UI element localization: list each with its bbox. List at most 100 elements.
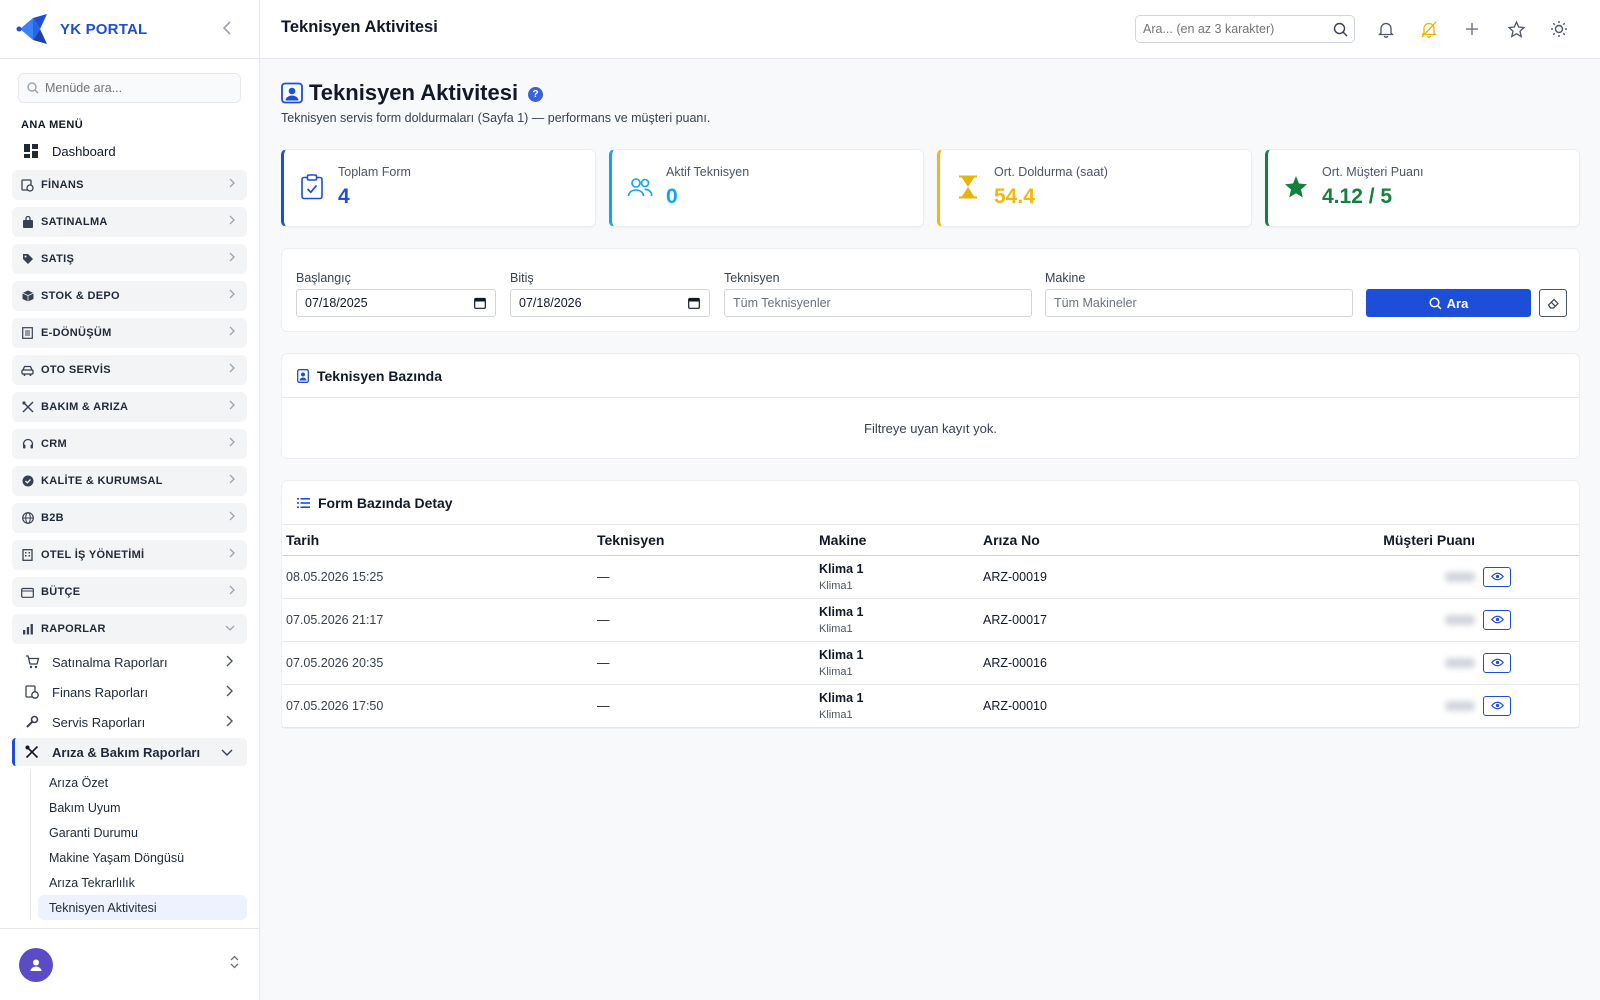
star-filled-icon <box>1283 174 1309 200</box>
sidebar-group-b2b[interactable]: B2B <box>12 503 247 533</box>
card-header: Form Bazında Detay <box>282 481 1579 525</box>
avatar[interactable] <box>19 947 53 982</box>
chart-icon <box>21 623 34 636</box>
group-label: SATIŞ <box>41 253 75 265</box>
search-icon[interactable] <box>1333 22 1348 42</box>
start-date-label: Başlangıç <box>296 271 351 285</box>
column-header-musteri-puani[interactable]: Müşteri Puanı <box>1179 525 1579 556</box>
end-date-input[interactable]: 07/18/2026 <box>510 289 710 317</box>
machine-name: Klima 1 <box>819 690 864 705</box>
cell-fault-no: ARZ-00010 <box>979 684 1179 728</box>
collapse-sidebar-icon[interactable] <box>217 19 237 39</box>
chevron-up-down-icon[interactable] <box>230 955 239 972</box>
help-icon[interactable]: ? <box>528 87 544 102</box>
user-menu[interactable] <box>0 928 259 1000</box>
cell-technician: — <box>593 555 815 599</box>
start-date-input[interactable]: 07/18/2025 <box>296 289 496 317</box>
machine-code: Klima1 <box>819 579 853 592</box>
global-search[interactable] <box>1135 15 1355 43</box>
sidebar-group-e-donusum[interactable]: E-DÖNÜŞÜM <box>12 318 247 348</box>
machine-select[interactable]: Tüm Makineler <box>1045 289 1353 317</box>
group-label: B2B <box>41 512 64 524</box>
bell-icon[interactable] <box>1376 19 1396 39</box>
search-icon <box>1429 296 1442 310</box>
column-header-makine[interactable]: Makine <box>815 525 979 556</box>
sidebar-leaf-teknisyen-aktivitesi[interactable]: Teknisyen Aktivitesi <box>38 895 247 920</box>
table-header-row: Tarih Teknisyen Makine Arıza No Müşteri … <box>282 525 1579 556</box>
chevron-right-icon <box>229 400 235 413</box>
kpi-card-aktif-teknisyen: Aktif Teknisyen 0 <box>609 149 924 227</box>
column-header-ariza-no[interactable]: Arıza No <box>979 525 1179 556</box>
blurred-score <box>1445 700 1475 711</box>
globe-icon <box>21 512 34 525</box>
cell-score <box>1179 641 1579 685</box>
sidebar-sub-finans-raporlari[interactable]: Finans Raporları <box>12 678 247 706</box>
sidebar-group-otel[interactable]: OTEL İŞ YÖNETİMİ <box>12 540 247 570</box>
group-label: RAPORLAR <box>41 623 106 635</box>
sidebar-group-butce[interactable]: BÜTÇE <box>12 577 247 607</box>
bell-off-icon[interactable] <box>1419 19 1439 39</box>
table-row: 07.05.2026 21:17 — Klima 1 Klima1 ARZ-000… <box>282 598 1579 642</box>
view-button[interactable] <box>1483 652 1511 673</box>
card-title: Teknisyen Bazında <box>317 367 443 384</box>
menu-search-input[interactable] <box>45 81 235 95</box>
cell-date: 08.05.2026 15:25 <box>282 555 593 599</box>
finance-icon <box>24 684 40 700</box>
search-button[interactable]: Ara <box>1366 289 1531 317</box>
star-icon[interactable] <box>1506 19 1526 39</box>
brand[interactable]: YK PORTAL <box>0 0 259 59</box>
group-label: FİNANS <box>41 179 84 191</box>
view-button[interactable] <box>1483 566 1511 587</box>
sidebar-leaf-garanti-durumu[interactable]: Garanti Durumu <box>38 820 247 845</box>
menu-search[interactable] <box>18 73 241 103</box>
view-button[interactable] <box>1483 609 1511 630</box>
sidebar-leaf-ariza-tekrarlilik[interactable]: Arıza Tekrarlılık <box>38 870 247 895</box>
sun-icon[interactable] <box>1549 19 1569 39</box>
chevron-right-icon <box>229 511 235 524</box>
end-date-label: Bitiş <box>510 271 534 285</box>
column-header-teknisyen[interactable]: Teknisyen <box>593 525 815 556</box>
view-button[interactable] <box>1483 695 1511 716</box>
sidebar-group-kalite-kurumsal[interactable]: KALİTE & KURUMSAL <box>12 466 247 496</box>
brand-name: YK PORTAL <box>60 20 148 38</box>
group-label: E-DÖNÜŞÜM <box>41 327 112 339</box>
sidebar-sub-ariza-bakim-raporlari[interactable]: Arıza & Bakım Raporları <box>12 738 247 766</box>
column-header-tarih[interactable]: Tarih <box>282 525 593 556</box>
sidebar-item-dashboard[interactable]: Dashboard <box>24 139 259 163</box>
form-detail-card: Form Bazında Detay Tarih Teknisyen Makin… <box>281 480 1580 729</box>
sidebar-sub-servis-raporlari[interactable]: Servis Raporları <box>12 708 247 736</box>
card-header: Teknisyen Bazında <box>282 354 1579 398</box>
chevron-right-icon <box>229 326 235 339</box>
sidebar-group-stok-depo[interactable]: STOK & DEPO <box>12 281 247 311</box>
chevron-right-icon <box>229 252 235 265</box>
cell-machine: Klima 1 Klima1 <box>815 684 979 728</box>
group-label: KALİTE & KURUMSAL <box>41 475 163 487</box>
sidebar-sub-satinalma-raporlari[interactable]: Satınalma Raporları <box>12 648 247 676</box>
kpi-label: Aktif Teknisyen <box>666 165 750 179</box>
calendar-icon[interactable] <box>688 297 700 312</box>
users-icon <box>627 174 653 200</box>
kpi-row: Toplam Form 4 Aktif Teknisyen 0 Ort. Dol… <box>281 149 1580 227</box>
sidebar-leaf-makine-yasam-dongusu[interactable]: Makine Yaşam Döngüsü <box>38 845 247 870</box>
clear-filters-button[interactable] <box>1539 289 1567 317</box>
search-button-label: Ara <box>1446 295 1469 311</box>
global-search-input[interactable] <box>1143 22 1323 36</box>
sidebar-group-finans[interactable]: FİNANS <box>12 170 247 200</box>
sidebar-group-raporlar[interactable]: RAPORLAR <box>12 614 247 644</box>
sidebar-group-satinalma[interactable]: SATINALMA <box>12 207 247 237</box>
calendar-icon[interactable] <box>474 297 486 312</box>
start-date-value: 07/18/2025 <box>305 296 368 310</box>
sidebar-leaf-ariza-ozet[interactable]: Arıza Özet <box>38 770 247 795</box>
sidebar-group-bakim-ariza[interactable]: BAKIM & ARIZA <box>12 392 247 422</box>
sidebar-leaf-bakim-uyum[interactable]: Bakım Uyum <box>38 795 247 820</box>
hourglass-icon <box>955 174 981 200</box>
clipboard-check-icon <box>299 174 325 200</box>
sidebar-group-oto-servis[interactable]: OTO SERVİS <box>12 355 247 385</box>
person-badge-icon <box>281 82 303 104</box>
dashboard-icon <box>24 144 38 158</box>
technician-select[interactable]: Tüm Teknisyenler <box>724 289 1032 317</box>
sidebar-group-satis[interactable]: SATIŞ <box>12 244 247 274</box>
plus-icon[interactable] <box>1462 19 1482 39</box>
sidebar-group-crm[interactable]: CRM <box>12 429 247 459</box>
page-header: Teknisyen Aktivitesi ? <box>281 80 544 106</box>
